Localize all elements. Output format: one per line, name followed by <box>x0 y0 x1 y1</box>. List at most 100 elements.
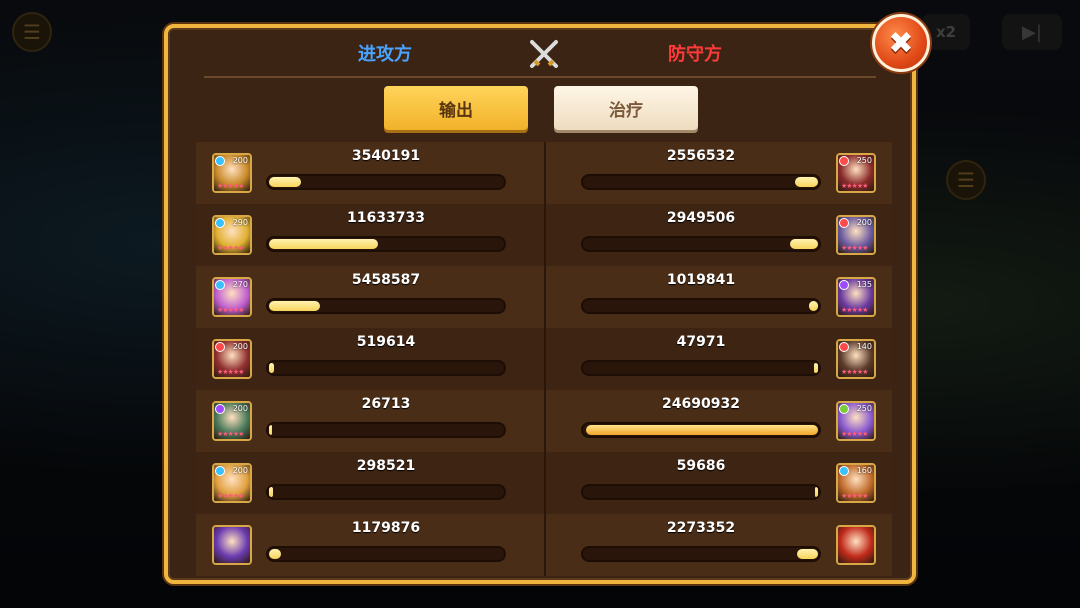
defender-damage-value: 2273352 <box>666 520 736 536</box>
defender-damage-value: 47971 <box>676 334 726 350</box>
element-icon <box>839 156 849 166</box>
panel-header: 进攻方 防守方 <box>168 28 912 78</box>
element-icon <box>215 342 225 352</box>
damage-bar-fill <box>269 487 273 497</box>
hero-face <box>838 527 874 563</box>
column-divider <box>544 142 546 204</box>
tab-healing[interactable]: 治疗 <box>554 86 698 130</box>
damage-bar-fill <box>815 487 818 497</box>
attacker-hero-portrait[interactable]: 200 ★★★★★ <box>212 463 252 503</box>
defender-damage-bar <box>581 360 821 376</box>
defender-hero-portrait[interactable]: ★★★★★ <box>836 525 876 565</box>
hero-level: 140 <box>856 342 872 351</box>
hero-level: 200 <box>856 218 872 227</box>
hero-level: 135 <box>856 280 872 289</box>
defender-hero-portrait[interactable]: 250 ★★★★★ <box>836 401 876 441</box>
defender-title: 防守方 <box>668 44 722 65</box>
stats-list: 200 ★★★★★ 3540191 250 ★★★★★ 2556532 290 ★★★★★ 11… <box>196 142 892 576</box>
attacker-hero-portrait[interactable]: 290 ★★★★★ <box>212 215 252 255</box>
battle-stats-panel: 进攻方 防守方 输出 治疗 200 ★★★★★ 3540191 250 ★★★★★ 255… <box>164 24 916 584</box>
column-divider <box>544 452 546 514</box>
attacker-damage-value: 298521 <box>356 458 416 474</box>
attacker-hero-portrait[interactable]: 200 ★★★★★ <box>212 339 252 379</box>
element-icon <box>839 404 849 414</box>
defender-damage-value: 2556532 <box>666 148 736 164</box>
defender-hero-portrait[interactable]: 140 ★★★★★ <box>836 339 876 379</box>
attacker-damage-bar <box>266 546 506 562</box>
attacker-damage-value: 11633733 <box>347 210 425 226</box>
hero-face <box>214 527 250 563</box>
stat-row: ★★★★★ 1179876 ★★★★★ 2273352 <box>196 514 892 576</box>
defender-hero-portrait[interactable]: 200 ★★★★★ <box>836 215 876 255</box>
defender-damage-value: 59686 <box>676 458 726 474</box>
star-rating: ★★★★★ <box>217 368 244 376</box>
damage-bar-fill <box>797 549 818 559</box>
damage-bar-fill <box>269 239 378 249</box>
damage-bar-fill <box>269 363 274 373</box>
stat-row: 200 ★★★★★ 3540191 250 ★★★★★ 2556532 <box>196 142 892 204</box>
element-icon <box>215 466 225 476</box>
attacker-hero-portrait[interactable]: ★★★★★ <box>212 525 252 565</box>
element-icon <box>215 280 225 290</box>
defender-damage-bar <box>581 174 821 190</box>
defender-damage-bar <box>581 546 821 562</box>
hero-level: 200 <box>232 404 248 413</box>
defender-hero-portrait[interactable]: 135 ★★★★★ <box>836 277 876 317</box>
element-icon <box>215 218 225 228</box>
damage-bar-fill <box>586 425 818 435</box>
attacker-damage-value: 1179876 <box>351 520 421 536</box>
damage-bar-fill <box>814 363 818 373</box>
column-divider <box>544 204 546 266</box>
attacker-damage-bar <box>266 360 506 376</box>
column-divider <box>544 514 546 576</box>
defender-damage-value: 24690932 <box>662 396 740 412</box>
star-rating: ★★★★★ <box>841 492 868 500</box>
attacker-hero-portrait[interactable]: 270 ★★★★★ <box>212 277 252 317</box>
element-icon <box>839 342 849 352</box>
crossed-swords-icon <box>530 40 558 68</box>
hero-level: 250 <box>856 156 872 165</box>
attacker-title: 进攻方 <box>358 44 412 65</box>
damage-bar-fill <box>790 239 818 249</box>
attacker-damage-value: 519614 <box>356 334 416 350</box>
defender-hero-portrait[interactable]: 160 ★★★★★ <box>836 463 876 503</box>
element-icon <box>839 280 849 290</box>
hero-level: 200 <box>232 342 248 351</box>
close-button[interactable]: ✖ <box>872 14 930 72</box>
defender-damage-bar <box>581 484 821 500</box>
star-rating: ★★★★★ <box>217 430 244 438</box>
star-rating: ★★★★★ <box>841 368 868 376</box>
star-rating: ★★★★★ <box>217 492 244 500</box>
stat-row: 200 ★★★★★ 519614 140 ★★★★★ 47971 <box>196 328 892 390</box>
damage-bar-fill <box>269 301 320 311</box>
hero-level: 250 <box>856 404 872 413</box>
tab-output[interactable]: 输出 <box>384 86 528 130</box>
damage-bar-fill <box>269 549 281 559</box>
column-divider <box>544 328 546 390</box>
column-divider <box>544 390 546 452</box>
attacker-damage-value: 3540191 <box>351 148 421 164</box>
hero-level: 160 <box>856 466 872 475</box>
attacker-damage-value: 26713 <box>361 396 411 412</box>
star-rating: ★★★★★ <box>217 306 244 314</box>
defender-hero-portrait[interactable]: 250 ★★★★★ <box>836 153 876 193</box>
element-icon <box>215 404 225 414</box>
damage-bar-fill <box>809 301 818 311</box>
star-rating: ★★★★★ <box>217 182 244 190</box>
stat-row: 270 ★★★★★ 5458587 135 ★★★★★ 1019841 <box>196 266 892 328</box>
attacker-hero-portrait[interactable]: 200 ★★★★★ <box>212 153 252 193</box>
defender-damage-value: 1019841 <box>666 272 736 288</box>
attacker-damage-bar <box>266 484 506 500</box>
star-rating: ★★★★★ <box>841 430 868 438</box>
close-icon: ✖ <box>888 25 914 61</box>
element-icon <box>215 156 225 166</box>
defender-damage-bar <box>581 236 821 252</box>
attacker-damage-bar <box>266 422 506 438</box>
defender-damage-value: 2949506 <box>666 210 736 226</box>
defender-damage-bar <box>581 422 821 438</box>
attacker-damage-bar <box>266 236 506 252</box>
damage-bar-fill <box>795 177 818 187</box>
attacker-hero-portrait[interactable]: 200 ★★★★★ <box>212 401 252 441</box>
hero-level: 290 <box>232 218 248 227</box>
stat-row: 290 ★★★★★ 11633733 200 ★★★★★ 2949506 <box>196 204 892 266</box>
